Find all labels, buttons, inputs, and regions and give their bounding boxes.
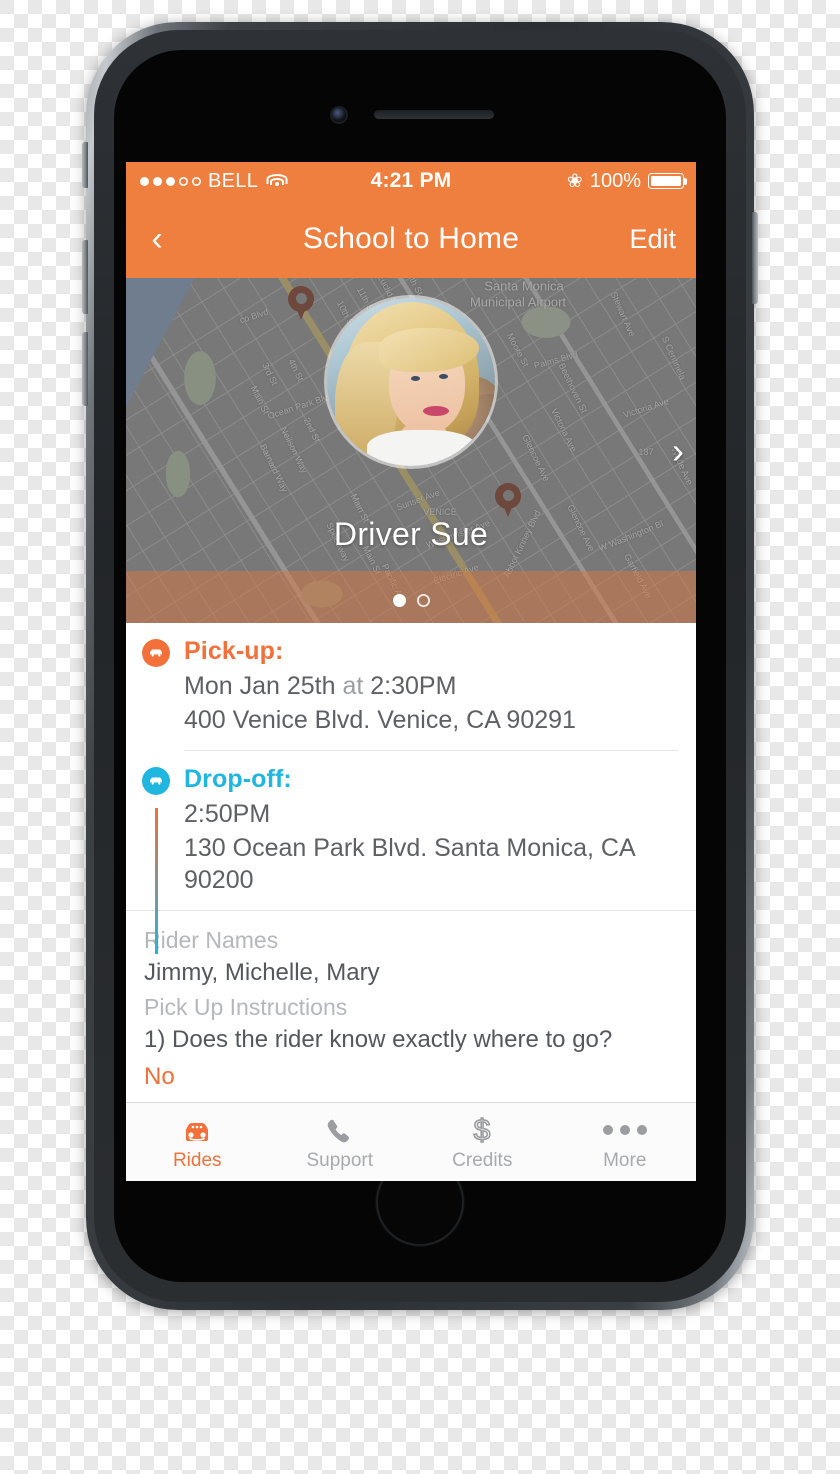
chevron-right-icon[interactable]: › [672, 432, 684, 469]
car-pickup-icon [142, 639, 170, 667]
dropoff-leg[interactable]: Drop-off: 2:50PM 130 Ocean Park Blvd. Sa… [126, 751, 696, 910]
tab-credits-label: Credits [452, 1149, 513, 1171]
status-bar: BELL 4:21 PM ❀ 100% [126, 162, 696, 200]
instructions-label: Pick Up Instructions [144, 994, 348, 1021]
carousel-page-dots[interactable] [126, 594, 696, 607]
app-screen: BELL 4:21 PM ❀ 100% ‹ School to Home Edi… [126, 162, 696, 1181]
tab-rides-label: Rides [172, 1149, 222, 1171]
instruction-question-1: 1) Does the rider know exactly where to … [144, 1026, 613, 1054]
power-button[interactable] [752, 212, 758, 304]
tab-support[interactable]: Support [269, 1103, 412, 1181]
pickup-label: Pick-up: [184, 637, 284, 665]
svg-text:$: $ [474, 1114, 491, 1147]
ellipsis-icon [602, 1113, 647, 1147]
tab-credits[interactable]: $ Credits [411, 1103, 554, 1181]
rider-names-label: Rider Names [144, 927, 279, 953]
navigation-bar: ‹ School to Home Edit [126, 200, 696, 278]
back-button[interactable]: ‹ [126, 222, 188, 256]
front-camera-icon [332, 108, 346, 122]
tab-more[interactable]: More [554, 1103, 697, 1181]
pickup-leg[interactable]: Pick-up: Mon Jan 25th at 2:30PM 400 Veni… [126, 623, 696, 750]
volume-up-button[interactable] [82, 240, 88, 314]
page-dot-2[interactable] [417, 594, 430, 607]
edit-button[interactable]: Edit [629, 224, 696, 255]
tab-rides[interactable]: Rides [126, 1103, 269, 1181]
status-bar-right: ❀ 100% [567, 170, 696, 193]
driver-avatar[interactable] [327, 298, 495, 466]
phone-icon [325, 1113, 355, 1147]
dropoff-time: 2:50PM [184, 800, 271, 828]
tab-bar: Rides Support $ Credits More [126, 1102, 696, 1181]
dropoff-address: 130 Ocean Park Blvd. Santa Monica, CA 90… [184, 834, 635, 894]
dollar-icon: $ [470, 1113, 494, 1147]
battery-percent-label: 100% [589, 169, 641, 192]
driver-name: Driver Sue [333, 516, 489, 552]
rider-names-value: Jimmy, Michelle, Mary [144, 959, 380, 986]
battery-full-icon [648, 173, 687, 189]
tab-support-label: Support [306, 1149, 374, 1171]
pickup-address: 400 Venice Blvd. Venice, CA 90291 [184, 706, 576, 734]
pickup-datetime: Mon Jan 25th at 2:30PM [184, 672, 457, 700]
volume-down-button[interactable] [82, 332, 88, 406]
trip-details-card: Pick-up: Mon Jan 25th at 2:30PM 400 Veni… [126, 623, 696, 1140]
dropoff-label: Drop-off: [184, 765, 292, 793]
page-dot-1[interactable] [392, 594, 406, 607]
page-title: School to Home [302, 222, 520, 255]
mute-switch[interactable] [82, 142, 88, 188]
car-dropoff-icon [142, 767, 170, 795]
driver-hero-carousel[interactable]: Santa Monica Municipal Airport Stewart Ave… [126, 278, 696, 623]
car-icon [180, 1113, 214, 1147]
earpiece-speaker [374, 110, 494, 119]
bluetooth-icon: ❀ [566, 170, 583, 192]
instruction-answer-1: No [144, 1063, 175, 1091]
tab-more-label: More [603, 1149, 647, 1171]
